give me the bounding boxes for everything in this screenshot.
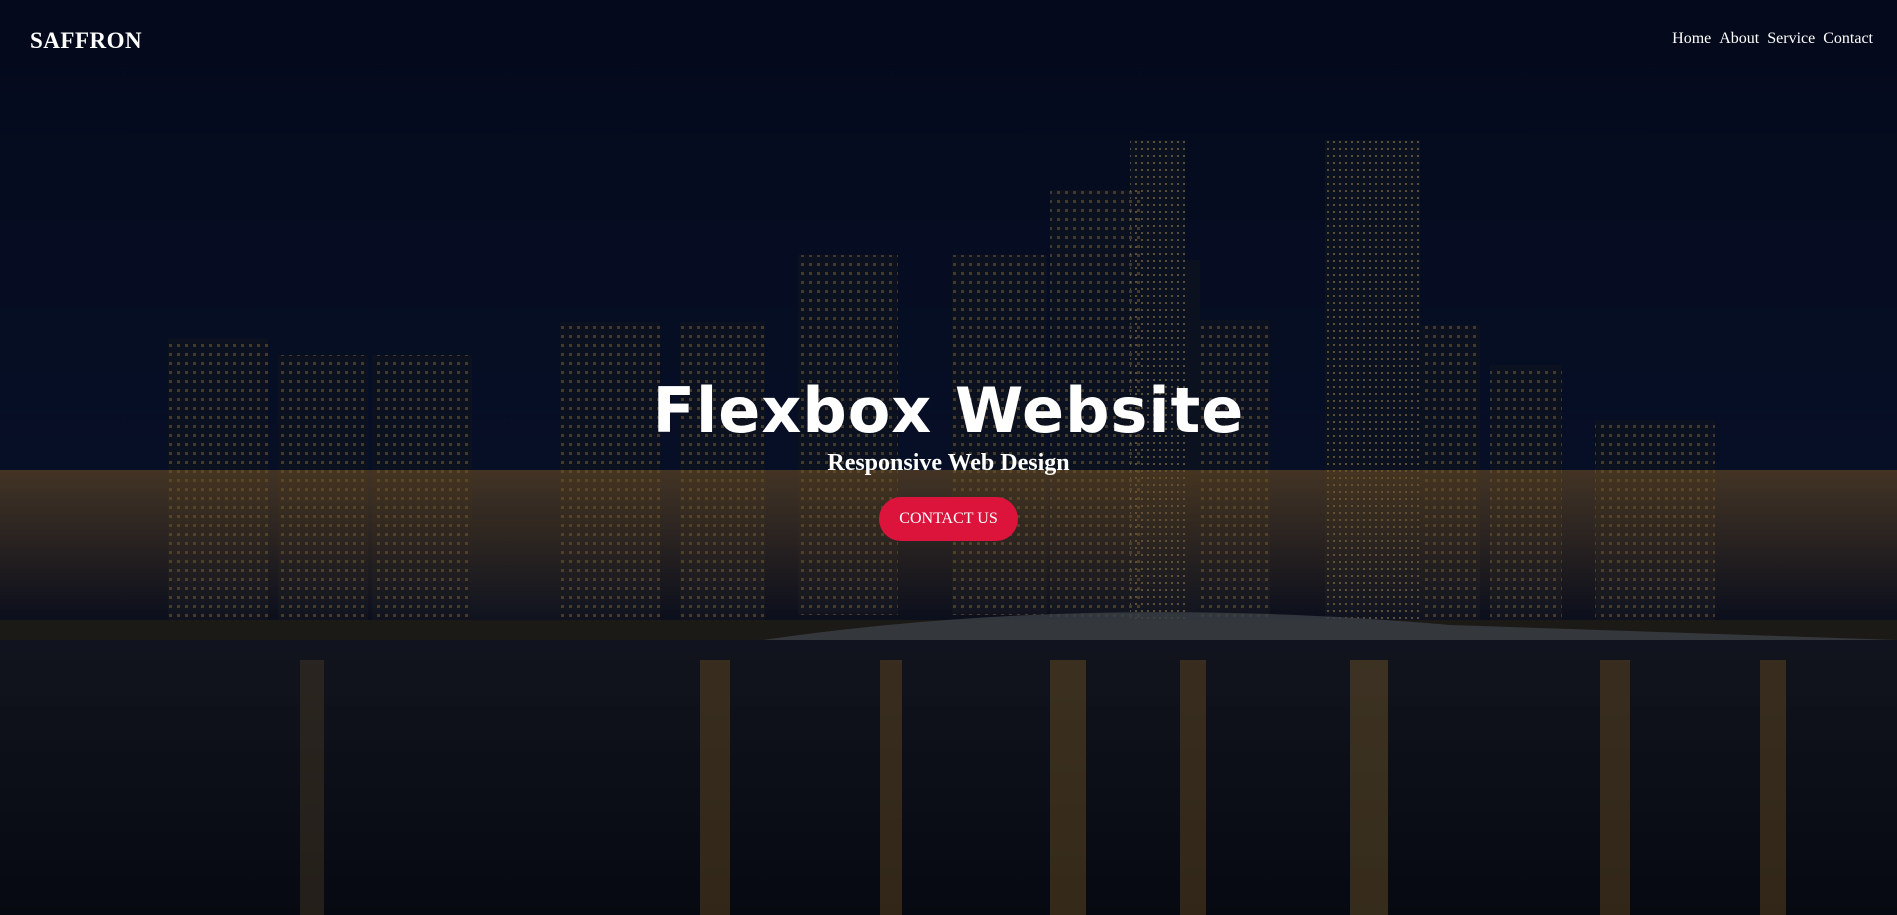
hero-section: SAFFRON Home About Service Contact Flexb… (0, 0, 1897, 915)
top-navigation: SAFFRON Home About Service Contact (0, 0, 1897, 88)
nav-menu: Home About Service Contact (1672, 30, 1873, 48)
hero-content: Flexbox Website Responsive Web Design CO… (0, 368, 1897, 541)
hero-subtitle: Responsive Web Design (827, 450, 1070, 476)
nav-item-contact[interactable]: Contact (1823, 30, 1873, 48)
hero-title: Flexbox Website (652, 374, 1245, 447)
nav-item-service[interactable]: Service (1767, 30, 1815, 48)
nav-item-about[interactable]: About (1719, 30, 1759, 48)
nav-item-home[interactable]: Home (1672, 30, 1711, 48)
brand-logo[interactable]: SAFFRON (30, 28, 142, 54)
contact-us-button[interactable]: CONTACT US (879, 497, 1018, 541)
